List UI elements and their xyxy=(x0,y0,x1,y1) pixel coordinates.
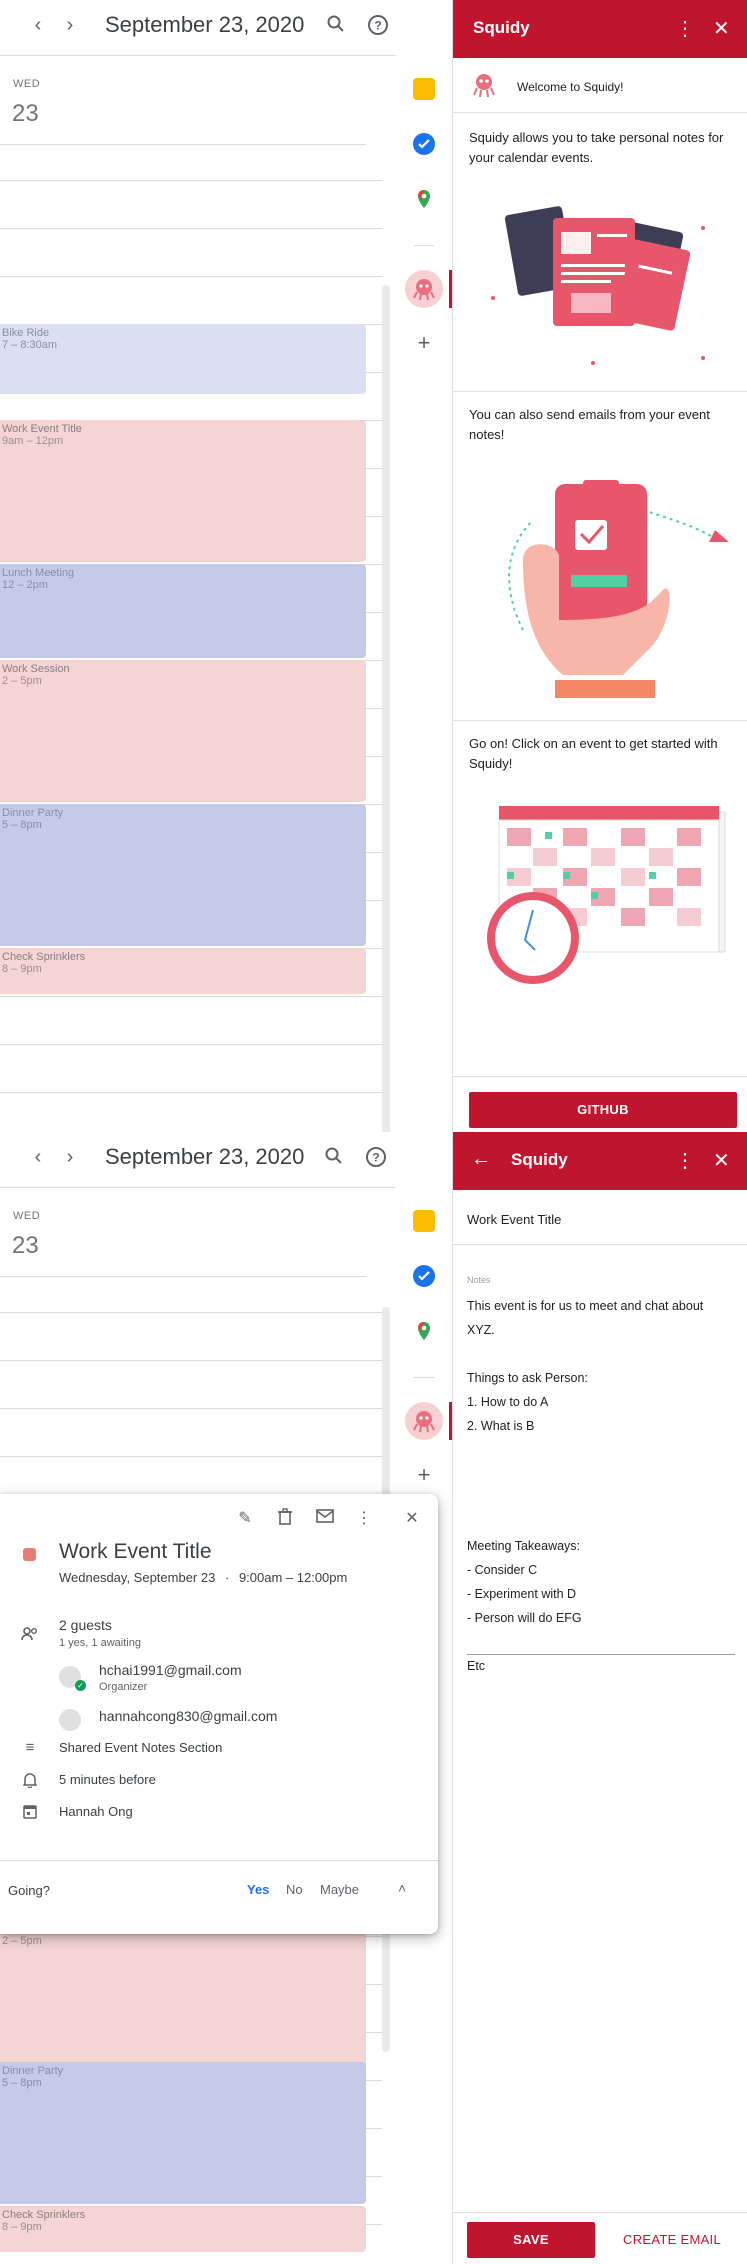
welcome-screen: WED 23 Bike Ride 7 – 8:30am Work Event T… xyxy=(0,0,747,1132)
avatar xyxy=(59,1709,81,1731)
rsvp-maybe-button[interactable]: Maybe xyxy=(320,1882,359,1897)
squidy-title: Squidy xyxy=(473,18,530,37)
guests-status: 1 yes, 1 awaiting xyxy=(59,1637,141,1649)
event-details-popup: ✎ ⋮ ✕ Work Event Title Wednesday, Septem… xyxy=(0,1494,438,1934)
rsvp-no-button[interactable]: No xyxy=(286,1882,303,1897)
popup-datetime: Wednesday, September 23 · 9:00am – 12:00… xyxy=(59,1570,348,1585)
chevron-right-icon[interactable]: › xyxy=(58,1146,82,1169)
event-dinner-party[interactable]: Dinner Party 5 – 8pm xyxy=(0,2062,366,2204)
search-icon[interactable] xyxy=(322,1146,346,1170)
email-info-text: You can also send emails from your event… xyxy=(469,407,710,442)
calendar-day-view: WED 23 Bike Ride 7 – 8:30am Work Event T… xyxy=(0,0,396,1132)
people-icon xyxy=(21,1626,39,1644)
guest-role-1: Organizer xyxy=(99,1681,148,1693)
intro-text: Squidy allows you to take personal notes… xyxy=(469,130,724,165)
github-button[interactable]: GITHUB xyxy=(469,1092,737,1128)
squidy-icon[interactable] xyxy=(405,270,443,308)
phone-illustration xyxy=(463,470,738,700)
notes-illustration xyxy=(463,188,738,378)
svg-text:?: ? xyxy=(372,1151,379,1165)
popup-description: Shared Event Notes Section xyxy=(59,1740,223,1755)
day-of-month[interactable]: 23 xyxy=(12,1232,39,1260)
event-check-sprinklers[interactable]: Check Sprinklers 8 – 9pm xyxy=(0,948,366,994)
guests-count: 2 guests xyxy=(59,1617,112,1633)
popup-reminder: 5 minutes before xyxy=(59,1772,156,1787)
email-icon[interactable] xyxy=(314,1508,336,1530)
more-vert-icon[interactable]: ⋮ xyxy=(675,16,695,41)
tasks-icon[interactable] xyxy=(413,1265,435,1287)
calendar-illustration xyxy=(463,800,738,1000)
edit-icon[interactable]: ✎ xyxy=(234,1508,256,1530)
maps-icon[interactable] xyxy=(413,188,435,210)
note-event-title: Work Event Title xyxy=(467,1212,562,1227)
squidy-panel: ← Squidy ⋮ ✕ Work Event Title Notes This… xyxy=(452,1132,747,2264)
calendar-icon xyxy=(21,1804,39,1822)
keep-icon[interactable] xyxy=(413,78,435,100)
event-work-event[interactable]: Work Event Title 9am – 12pm xyxy=(0,420,366,562)
event-lunch-meeting[interactable]: Lunch Meeting 12 – 2pm xyxy=(0,564,366,658)
close-icon[interactable]: ✕ xyxy=(713,16,730,41)
squidy-logo-icon xyxy=(469,70,499,100)
day-of-month[interactable]: 23 xyxy=(12,100,39,128)
squidy-title: Squidy xyxy=(511,1150,568,1169)
rsvp-yes-button[interactable]: Yes xyxy=(247,1882,269,1897)
event-bike-ride[interactable]: Bike Ride 7 – 8:30am xyxy=(0,324,366,394)
squidy-panel: Squidy ⋮ ✕ Welcome to Squidy! Squidy all… xyxy=(452,0,747,1132)
day-of-week: WED xyxy=(13,78,41,90)
popup-calendar: Hannah Ong xyxy=(59,1804,133,1819)
delete-icon[interactable] xyxy=(274,1508,296,1530)
keep-icon[interactable] xyxy=(413,1210,435,1232)
calendar-header: ‹ › September 23, 2020 ? xyxy=(0,1132,452,1188)
scrollbar[interactable] xyxy=(382,285,390,1132)
plus-icon[interactable]: + xyxy=(413,332,435,354)
get-started-text: Go on! Click on an event to get started … xyxy=(469,736,718,771)
date-title: September 23, 2020 xyxy=(105,1144,305,1169)
event-color-dot xyxy=(23,1548,36,1561)
guest-email-2[interactable]: hannahcong830@gmail.com xyxy=(99,1708,277,1724)
close-icon[interactable]: ✕ xyxy=(713,1148,730,1173)
calendar-header: ‹ › September 23, 2020 ? xyxy=(0,0,452,56)
event-dinner-party[interactable]: Dinner Party 5 – 8pm xyxy=(0,804,366,946)
help-icon[interactable]: ? xyxy=(364,1146,388,1170)
create-email-button[interactable]: CREATE EMAIL xyxy=(623,2232,721,2247)
help-icon[interactable]: ? xyxy=(366,14,390,38)
back-arrow-icon[interactable]: ← xyxy=(471,1148,491,1171)
going-label: Going? xyxy=(8,1883,50,1898)
plus-icon[interactable]: + xyxy=(413,1464,435,1486)
chevron-right-icon[interactable]: › xyxy=(58,14,82,37)
chevron-left-icon[interactable]: ‹ xyxy=(26,14,50,37)
svg-text:?: ? xyxy=(374,19,381,33)
notes-label: Notes xyxy=(467,1275,491,1285)
bell-icon xyxy=(21,1772,39,1790)
maps-icon[interactable] xyxy=(413,1320,435,1342)
tasks-icon[interactable] xyxy=(413,133,435,155)
popup-title: Work Event Title xyxy=(59,1540,212,1563)
close-icon[interactable]: ✕ xyxy=(401,1508,423,1530)
squidy-header: Squidy ⋮ ✕ xyxy=(453,0,747,58)
event-work-session[interactable]: Work Session 2 – 5pm xyxy=(0,1920,366,2075)
guest-email-1[interactable]: hchai1991@gmail.com xyxy=(99,1662,242,1678)
squidy-header: ← Squidy ⋮ ✕ xyxy=(453,1132,747,1190)
day-of-week: WED xyxy=(13,1210,41,1222)
description-icon: ≡ xyxy=(25,1739,35,1756)
date-title: September 23, 2020 xyxy=(105,12,305,37)
event-check-sprinklers[interactable]: Check Sprinklers 8 – 9pm xyxy=(0,2206,366,2252)
search-icon[interactable] xyxy=(324,14,348,38)
more-vert-icon[interactable]: ⋮ xyxy=(675,1148,695,1173)
welcome-text: Welcome to Squidy! xyxy=(517,80,624,94)
note-screen: WED 23 Work Session 2 – 5pm Dinner Party xyxy=(0,1132,747,2264)
event-work-session[interactable]: Work Session 2 – 5pm xyxy=(0,660,366,802)
more-vert-icon[interactable]: ⋮ xyxy=(353,1508,375,1530)
check-icon: ✓ xyxy=(75,1680,86,1691)
notes-textarea[interactable]: This event is for us to meet and chat ab… xyxy=(467,1294,735,1673)
chevron-left-icon[interactable]: ‹ xyxy=(26,1146,50,1169)
save-button[interactable]: SAVE xyxy=(467,2222,595,2258)
chevron-up-icon[interactable]: ˄ xyxy=(398,1880,406,1896)
side-rail: + xyxy=(396,0,452,1132)
squidy-icon[interactable] xyxy=(405,1402,443,1440)
